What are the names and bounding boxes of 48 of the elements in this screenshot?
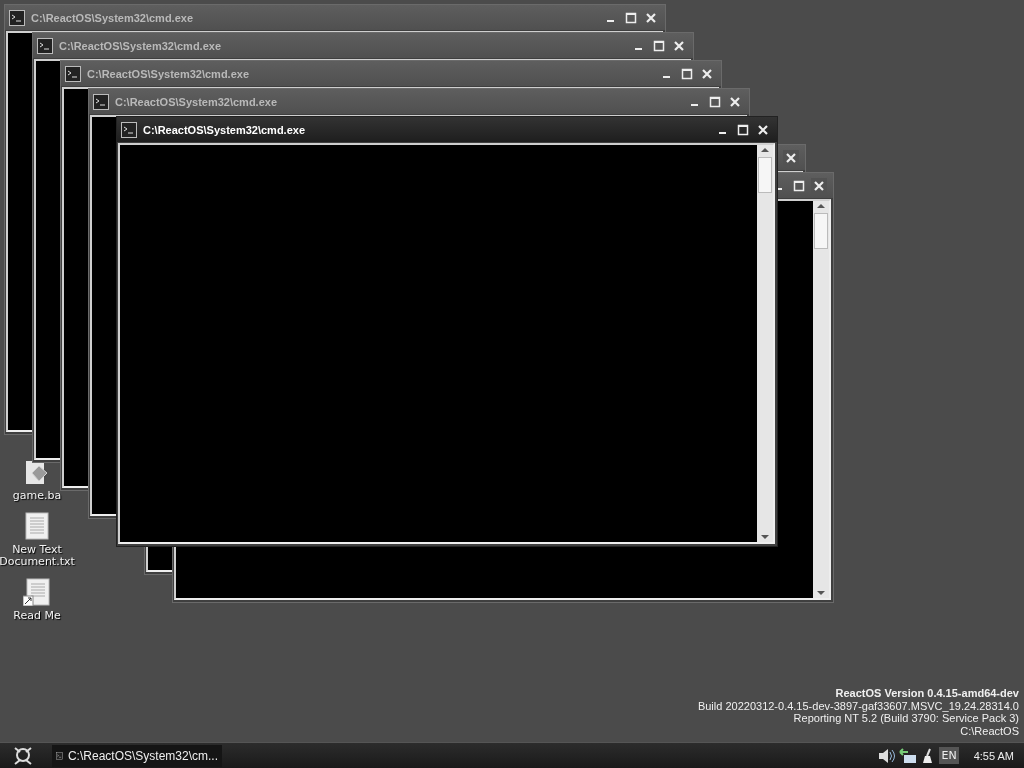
text-file-icon[interactable] [24,512,50,540]
console-icon [93,93,109,110]
title-bar[interactable]: C:\ReactOS\System32\cmd.exe [5,5,665,30]
console-icon [37,37,53,54]
window-title: C:\ReactOS\System32\cmd.exe [143,123,306,136]
version-line: C:\ReactOS [960,724,1019,737]
window-title: C:\ReactOS\System32\cmd.exe [87,67,250,80]
title-bar[interactable]: C:\ReactOS\System32\cmd.exe [117,117,777,142]
icon-label[interactable]: New Text Document.txt [0,544,75,568]
console-icon [65,65,81,82]
version-title: ReactOS Version 0.4.15-amd64-dev [835,687,1019,700]
maximize-icon[interactable] [625,11,637,24]
console-icon [9,9,25,26]
scrollbar[interactable] [757,145,773,542]
icon-label[interactable]: game.ba [12,490,62,502]
title-bar[interactable]: C:\ReactOS\System32\cmd.exe [61,61,721,86]
maximize-icon[interactable] [737,123,749,136]
close-button[interactable] [783,149,799,166]
title-bar[interactable]: C:\ReactOS\System32\cmd.exe [89,89,749,114]
maximize-icon[interactable] [709,95,721,108]
start-icon[interactable] [12,745,34,766]
close-icon[interactable] [701,67,713,80]
maximize-icon[interactable] [681,67,693,80]
clock[interactable]: 4:55 AM [973,749,1014,762]
shortcut-file-icon[interactable] [23,578,51,606]
maximize-icon[interactable] [793,179,805,192]
scrollbar[interactable] [813,201,829,598]
version-line: Build 20220312-0.4.15-dev-3897-gaf33607.MSVC_19.24.28314.0 [697,699,1019,712]
icon-label[interactable]: Read Me [13,610,61,622]
speaker-icon[interactable] [878,747,897,764]
batch-file-icon[interactable] [24,460,50,486]
close-button[interactable] [811,177,827,194]
scroll-thumb[interactable] [814,213,828,249]
window-title: C:\ReactOS\System32\cmd.exe [31,11,194,24]
network-icon[interactable] [899,747,918,764]
close-icon[interactable] [645,11,657,24]
scroll-thumb[interactable] [758,157,772,193]
title-bar[interactable]: C:\ReactOS\System32\cmd.exe [33,33,693,58]
window-title: C:\ReactOS\System32\cmd.exe [59,39,222,52]
close-icon[interactable] [673,39,685,52]
version-line: Reporting NT 5.2 (Build 3790: Service Pack 3) [793,712,1019,725]
console-icon [121,121,137,138]
language-indicator[interactable]: EN [939,747,959,764]
close-icon[interactable] [757,123,769,136]
taskbar-button[interactable]: C:\ReactOS\System32\cm... [52,744,222,767]
close-icon[interactable] [729,95,741,108]
window-title: C:\ReactOS\System32\cmd.exe [115,95,278,108]
maximize-icon[interactable] [653,39,665,52]
